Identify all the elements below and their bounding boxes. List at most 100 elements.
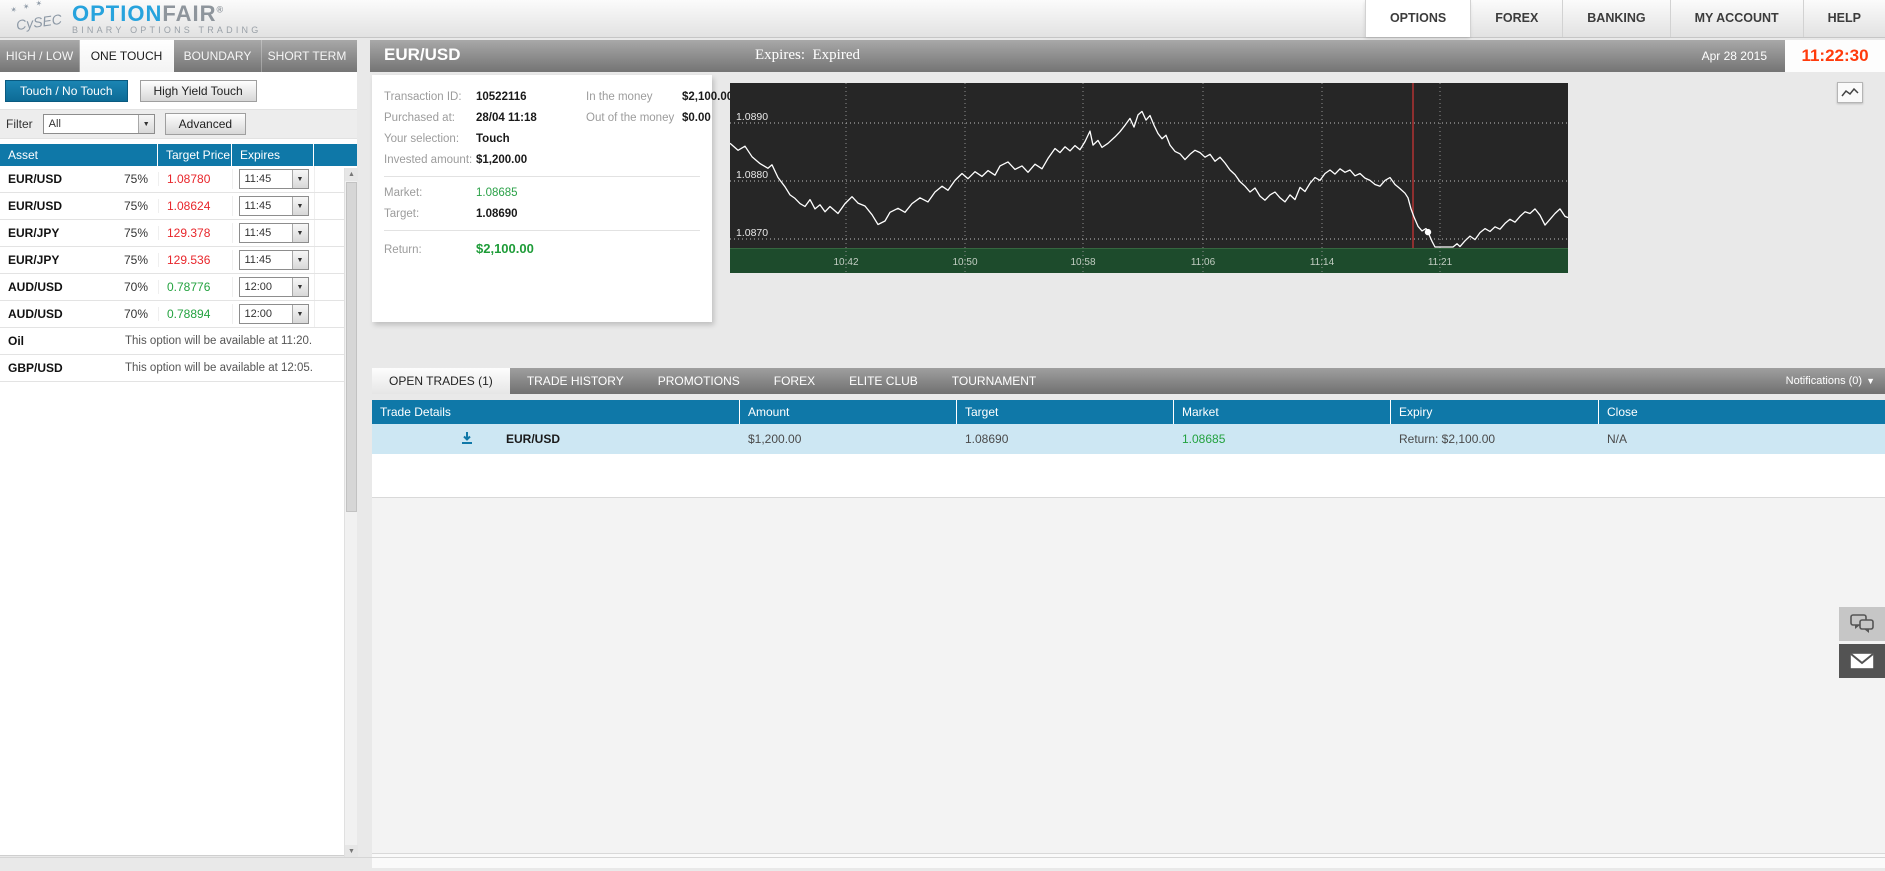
top-bar: ✶ ✶ ✶ CySEC OPTIONFAIR® BINARY OPTIONS T…	[0, 0, 1885, 38]
asset-row[interactable]: EUR/USD75% 1.08624 11:45▼	[0, 193, 357, 220]
divider	[0, 857, 1885, 858]
chevron-down-icon[interactable]: ▼	[292, 224, 308, 242]
availability-message: This option will be available at 12:05.	[125, 362, 313, 374]
chevron-down-icon[interactable]: ▼	[292, 305, 308, 323]
col-expiry: Expiry	[1391, 400, 1599, 424]
asset-row[interactable]: AUD/USD70% 0.78894 12:00▼	[0, 301, 357, 328]
svg-text:1.0880: 1.0880	[736, 169, 768, 181]
tab-open-trades[interactable]: OPEN TRADES (1)	[372, 368, 510, 394]
asset-target-price: 1.08780	[167, 172, 210, 186]
asset-row[interactable]: AUD/USD70% 0.78776 12:00▼	[0, 274, 357, 301]
in-money-value: $2,100.00	[682, 91, 733, 103]
asset-name: AUD/USD	[8, 280, 63, 294]
open-trades-header: Trade Details Amount Target Market Expir…	[372, 400, 1885, 424]
filter-selected-value: All	[44, 118, 61, 130]
asset-notice-row: Oil This option will be available at 11:…	[0, 328, 357, 355]
expiry-select[interactable]: 11:45 ▼	[239, 250, 309, 270]
top-nav-forex[interactable]: FOREX	[1470, 0, 1562, 37]
tab-one-touch[interactable]: ONE TOUCH	[80, 40, 174, 72]
tab-forex[interactable]: FOREX	[757, 368, 832, 394]
touch-no-touch-button[interactable]: Touch / No Touch	[5, 80, 128, 102]
asset-row[interactable]: EUR/USD75% 1.08780 11:45▼	[0, 166, 357, 193]
selection-label: Your selection:	[384, 133, 476, 145]
asset-table: Asset Target Price Expires EUR/USD75% 1.…	[0, 144, 357, 382]
col-empty	[314, 144, 357, 166]
expiry-select[interactable]: 11:45▼	[239, 169, 309, 189]
chevron-down-icon[interactable]: ▼	[138, 115, 154, 133]
availability-message: This option will be available at 11:20.	[125, 335, 312, 347]
scrollbar-thumb[interactable]	[346, 182, 357, 512]
chart-type-icon[interactable]	[1837, 82, 1863, 103]
return-label: Return:	[384, 244, 476, 256]
download-icon[interactable]	[460, 431, 474, 448]
asset-name: GBP/USD	[0, 361, 125, 375]
logo-tagline: BINARY OPTIONS TRADING	[72, 26, 261, 35]
open-trades-table: Trade Details Amount Target Market Expir…	[372, 400, 1885, 868]
out-money-label: Out of the money	[586, 112, 682, 124]
tab-trade-history[interactable]: TRADE HISTORY	[510, 368, 641, 394]
tab-short-term[interactable]: SHORT TERM	[262, 40, 352, 72]
asset-row[interactable]: EUR/JPY75% 129.378 11:45▼	[0, 220, 357, 247]
in-money-label: In the money	[586, 91, 682, 103]
tab-elite-club[interactable]: ELITE CLUB	[832, 368, 935, 394]
svg-text:11:14: 11:14	[1310, 257, 1335, 268]
expiry-select[interactable]: 12:00▼	[239, 304, 309, 324]
tab-promotions[interactable]: PROMOTIONS	[641, 368, 757, 394]
chevron-down-icon[interactable]: ▼	[292, 170, 308, 188]
invested-value: $1,200.00	[476, 154, 586, 166]
expiry-select[interactable]: 11:45▼	[239, 196, 309, 216]
asset-target-price: 0.78894	[167, 307, 210, 321]
asset-payout: 75%	[124, 253, 148, 267]
asset-target-price: 129.378	[167, 226, 210, 240]
market-value: 1.08685	[476, 187, 586, 199]
cysec-logo: ✶ ✶ ✶ CySEC	[8, 2, 72, 36]
scroll-up-icon[interactable]: ▲	[345, 168, 358, 181]
trade-details-panel: Transaction ID: 10522116 In the money $2…	[372, 75, 712, 322]
top-nav-help[interactable]: HELP	[1803, 0, 1885, 37]
col-target: Target	[957, 400, 1174, 424]
tab-boundary[interactable]: BOUNDARY	[174, 40, 262, 72]
notifications-dropdown[interactable]: Notifications (0)▼	[1786, 368, 1875, 394]
asset-payout: 75%	[124, 172, 148, 186]
asset-name: AUD/USD	[8, 307, 63, 321]
return-value: $2,100.00	[476, 241, 586, 256]
expiry-select[interactable]: 11:45▼	[239, 223, 309, 243]
expiry-value: 12:00	[240, 281, 273, 293]
asset-row[interactable]: EUR/JPY75% 129.536 11:45▼	[0, 247, 357, 274]
svg-text:10:50: 10:50	[952, 257, 977, 268]
top-nav-options[interactable]: OPTIONS	[1365, 0, 1470, 37]
expiry-select[interactable]: 12:00 ▼	[239, 277, 309, 297]
chevron-down-icon[interactable]: ▼	[292, 251, 308, 269]
chevron-down-icon[interactable]: ▼	[292, 197, 308, 215]
expires-value: Expired	[813, 47, 860, 63]
expiry-value: 11:45	[240, 254, 272, 266]
asset-payout: 70%	[124, 280, 148, 294]
open-trade-row[interactable]: EUR/USD $1,200.00 1.08690 1.08685 Return…	[372, 424, 1885, 454]
top-nav-my-account[interactable]: MY ACCOUNT	[1670, 0, 1803, 37]
mail-icon[interactable]	[1839, 644, 1885, 678]
asset-payout: 75%	[124, 226, 148, 240]
advanced-button[interactable]: Advanced	[165, 113, 246, 135]
high-yield-touch-button[interactable]: High Yield Touch	[140, 80, 257, 102]
selection-value: Touch	[476, 133, 586, 145]
trade-close: N/A	[1599, 432, 1885, 446]
sidebar-scrollbar[interactable]: ▲ ▼	[344, 168, 357, 858]
chevron-down-icon[interactable]: ▼	[292, 278, 308, 296]
notifications-label: Notifications (0)	[1786, 375, 1862, 387]
tab-high-low[interactable]: HIGH / LOW	[0, 40, 80, 72]
col-trade-details: Trade Details	[372, 400, 740, 424]
asset-name: Oil	[0, 334, 125, 348]
chat-icon[interactable]	[1839, 607, 1885, 641]
optionfair-logo: OPTIONFAIR® BINARY OPTIONS TRADING	[72, 3, 261, 35]
col-market: Market	[1174, 400, 1391, 424]
col-target-price: Target Price	[158, 144, 232, 166]
asset-target-price: 129.536	[167, 253, 210, 267]
cysec-stars-icon: ✶ ✶ ✶	[9, 0, 45, 15]
logo-primary-text: OPTION	[72, 1, 162, 26]
col-expires: Expires	[232, 144, 314, 166]
filter-select[interactable]: All ▼	[43, 114, 155, 134]
top-nav-banking[interactable]: BANKING	[1562, 0, 1669, 37]
tab-tournament[interactable]: TOURNAMENT	[935, 368, 1053, 394]
logo-secondary-text: FAIR	[162, 1, 216, 26]
registered-mark: ®	[216, 4, 224, 14]
